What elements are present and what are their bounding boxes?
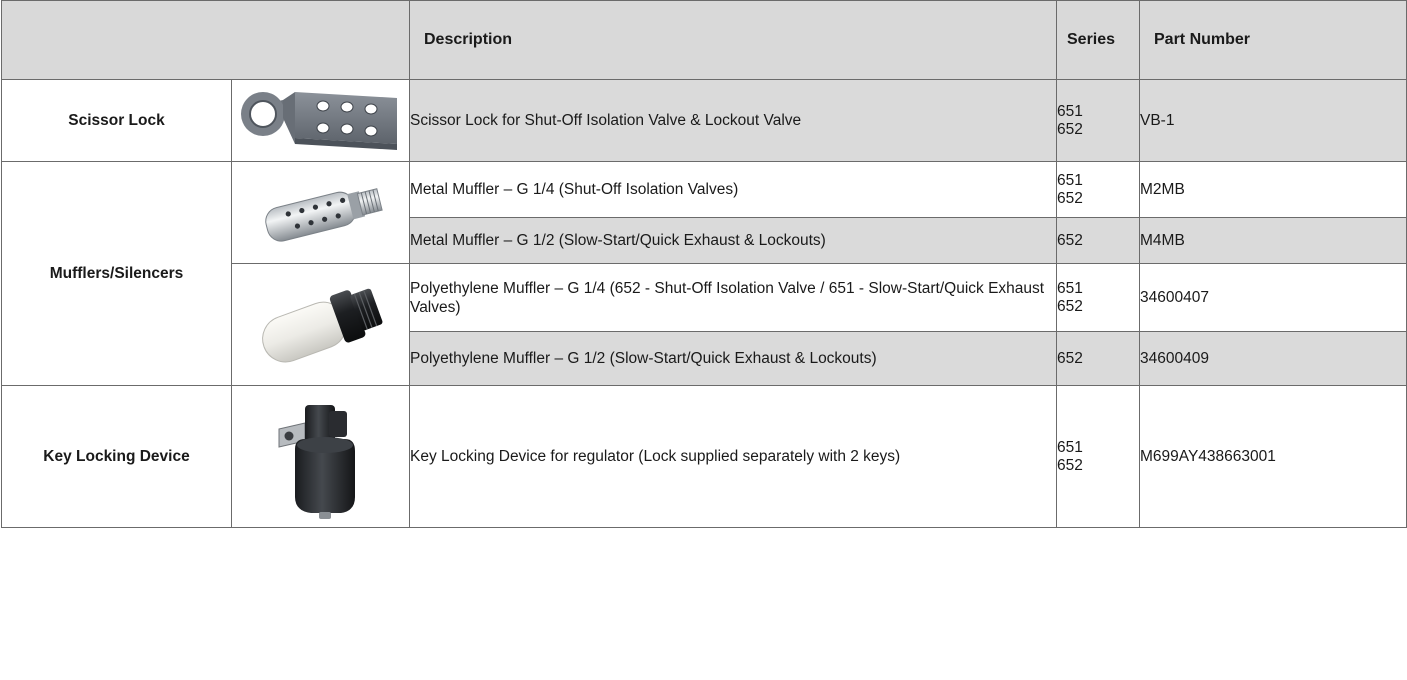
polyethylene-muffler-image [231,263,410,386]
description-cell: Metal Muffler – G 1/4 (Shut-Off Isolatio… [409,161,1057,218]
part-number-cell: M699AY438663001 [1139,385,1407,528]
series-value: 651 [1057,171,1083,189]
part-number-cell: M4MB [1139,217,1407,264]
description-cell: Metal Muffler – G 1/2 (Slow-Start/Quick … [409,217,1057,264]
key-locking-device-image [231,385,410,528]
table-row: Key Locking Device Key Locking Device fo… [1,385,1407,528]
header-part-number: Part Number [1139,0,1407,80]
polyethylene-muffler-icon [261,288,382,362]
series-value: 652 [1057,297,1083,315]
accessories-table: Description Series Part Number Scissor L… [1,0,1407,528]
part-number-cell: M2MB [1139,161,1407,218]
part-number-cell: 34600409 [1139,331,1407,386]
series-cell: 652 [1056,217,1140,264]
series-value: 651 [1057,438,1083,456]
category-key-locking-device: Key Locking Device [1,385,232,528]
metal-muffler-icon [264,187,383,242]
category-scissor-lock: Scissor Lock [1,79,232,162]
series-value: 651 [1057,279,1083,297]
header-description: Description [409,0,1057,80]
series-value: 651 [1057,102,1083,120]
header-row: Description Series Part Number [1,0,1407,80]
category-mufflers-silencers: Mufflers/Silencers [1,161,232,386]
part-number-cell: VB-1 [1139,79,1407,162]
key-locking-device-icon [278,404,355,519]
scissor-lock-image [231,79,410,162]
table-row: Mufflers/Silencers Metal Muffler – G 1/4… [1,161,1407,386]
series-cell: 651 652 [1056,79,1140,162]
metal-muffler-image [231,161,410,264]
series-value: 652 [1057,189,1083,207]
series-cell: 651 652 [1056,263,1140,332]
header-blank-cell [1,0,410,80]
series-value: 652 [1057,456,1083,474]
description-cell: Polyethylene Muffler – G 1/4 (652 - Shut… [409,263,1057,332]
header-series: Series [1056,0,1140,80]
table-row: Scissor Lock Scissor Lock for Shut-Off I… [1,79,1407,162]
description-cell: Polyethylene Muffler – G 1/2 (Slow-Start… [409,331,1057,386]
series-value: 652 [1057,231,1083,249]
series-value: 652 [1057,349,1083,367]
scissor-lock-hasp-icon [240,91,397,150]
series-cell: 651 652 [1056,385,1140,528]
series-cell: 652 [1056,331,1140,386]
series-cell: 651 652 [1056,161,1140,218]
part-number-cell: 34600407 [1139,263,1407,332]
description-cell: Key Locking Device for regulator (Lock s… [409,385,1057,528]
description-cell: Scissor Lock for Shut-Off Isolation Valv… [409,79,1057,162]
series-value: 652 [1057,120,1083,138]
